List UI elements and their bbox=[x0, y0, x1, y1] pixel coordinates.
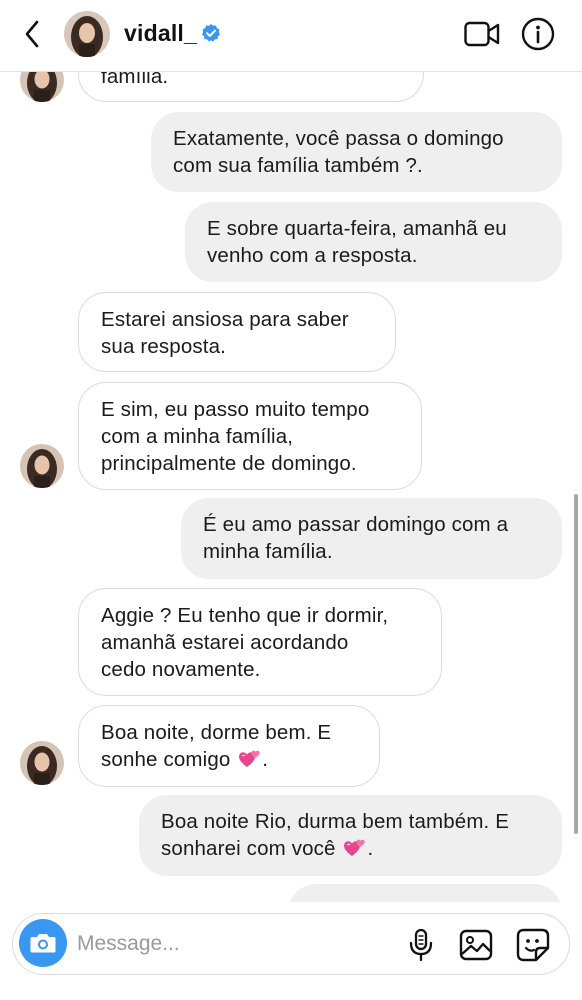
message-composer bbox=[12, 913, 570, 975]
message-line: com sua família também ?. bbox=[173, 154, 423, 177]
sender-avatar[interactable] bbox=[20, 72, 64, 102]
two-hearts-emoji-icon bbox=[344, 839, 366, 856]
verified-badge-icon bbox=[202, 24, 220, 42]
message-line: E sobre quarta-feira, amanhã eu bbox=[207, 217, 507, 240]
gallery-icon bbox=[459, 929, 493, 961]
camera-button[interactable] bbox=[19, 919, 67, 967]
video-call-button[interactable] bbox=[462, 14, 502, 54]
message-line: É eu amo passar domingo com a bbox=[203, 513, 509, 536]
message-line: sua resposta. bbox=[101, 335, 227, 358]
message-line: E sim, eu passo muito tempo bbox=[101, 398, 370, 421]
incoming-message[interactable]: Boa noite, dorme bem. E sonhe comigo . bbox=[78, 705, 380, 787]
message-line: com a minha família, bbox=[101, 425, 294, 448]
incoming-message[interactable]: E sim, eu passo muito tempo com a minha … bbox=[78, 382, 422, 490]
message-line: sonhe comigo . bbox=[101, 748, 269, 771]
video-call-icon bbox=[464, 21, 500, 47]
sticker-icon bbox=[516, 928, 550, 962]
message-line: Aggie ? Eu tenho que ir dormir, bbox=[101, 604, 389, 627]
gallery-button[interactable] bbox=[458, 926, 494, 964]
outgoing-message[interactable]: Exatamente, você passa o domingo com sua… bbox=[151, 112, 562, 192]
sender-avatar[interactable] bbox=[20, 741, 64, 785]
message-line: família. bbox=[101, 72, 169, 88]
incoming-message[interactable]: Aggie ? Eu tenho que ir dormir, amanhã e… bbox=[78, 588, 442, 696]
message-line: Estarei ansiosa para saber bbox=[101, 308, 349, 331]
scrollbar[interactable] bbox=[574, 494, 578, 834]
two-hearts-emoji-icon bbox=[239, 750, 260, 767]
header-avatar[interactable] bbox=[64, 11, 110, 57]
message-thread[interactable]: família. Exatamente, você passa o doming… bbox=[0, 72, 582, 902]
sticker-button[interactable] bbox=[515, 926, 551, 964]
outgoing-message[interactable]: É eu amo passar domingo com a minha famí… bbox=[181, 498, 562, 579]
message-line: minha família. bbox=[203, 540, 333, 563]
message-line: sonharei com você . bbox=[161, 837, 374, 860]
microphone-button[interactable] bbox=[403, 926, 439, 964]
message-line: Boa noite Rio, durma bem também. E bbox=[161, 810, 510, 833]
back-button[interactable] bbox=[16, 16, 48, 52]
microphone-icon bbox=[409, 928, 433, 962]
incoming-message[interactable]: Estarei ansiosa para saber sua resposta. bbox=[78, 292, 396, 372]
outgoing-message-partial[interactable] bbox=[288, 884, 562, 902]
message-line: Exatamente, você passa o domingo bbox=[173, 127, 504, 150]
message-line: amanhã estarei acordando bbox=[101, 631, 349, 654]
chat-username[interactable]: vidall_ bbox=[124, 20, 197, 47]
message-line: principalmente de domingo. bbox=[101, 452, 357, 475]
back-chevron-icon bbox=[25, 20, 39, 48]
info-button[interactable] bbox=[518, 14, 558, 54]
chat-header: vidall_ bbox=[0, 0, 582, 72]
outgoing-message[interactable]: E sobre quarta-feira, amanhã eu venho co… bbox=[185, 202, 562, 282]
message-line: venho com a resposta. bbox=[207, 244, 418, 267]
sender-avatar[interactable] bbox=[20, 444, 64, 488]
message-input[interactable] bbox=[77, 928, 377, 960]
camera-icon bbox=[30, 934, 56, 953]
info-icon bbox=[521, 17, 555, 51]
message-line: Boa noite, dorme bem. E bbox=[101, 721, 332, 744]
message-line: cedo novamente. bbox=[101, 658, 261, 681]
incoming-message[interactable]: família. bbox=[78, 72, 424, 102]
outgoing-message[interactable]: Boa noite Rio, durma bem também. E sonha… bbox=[139, 795, 562, 876]
